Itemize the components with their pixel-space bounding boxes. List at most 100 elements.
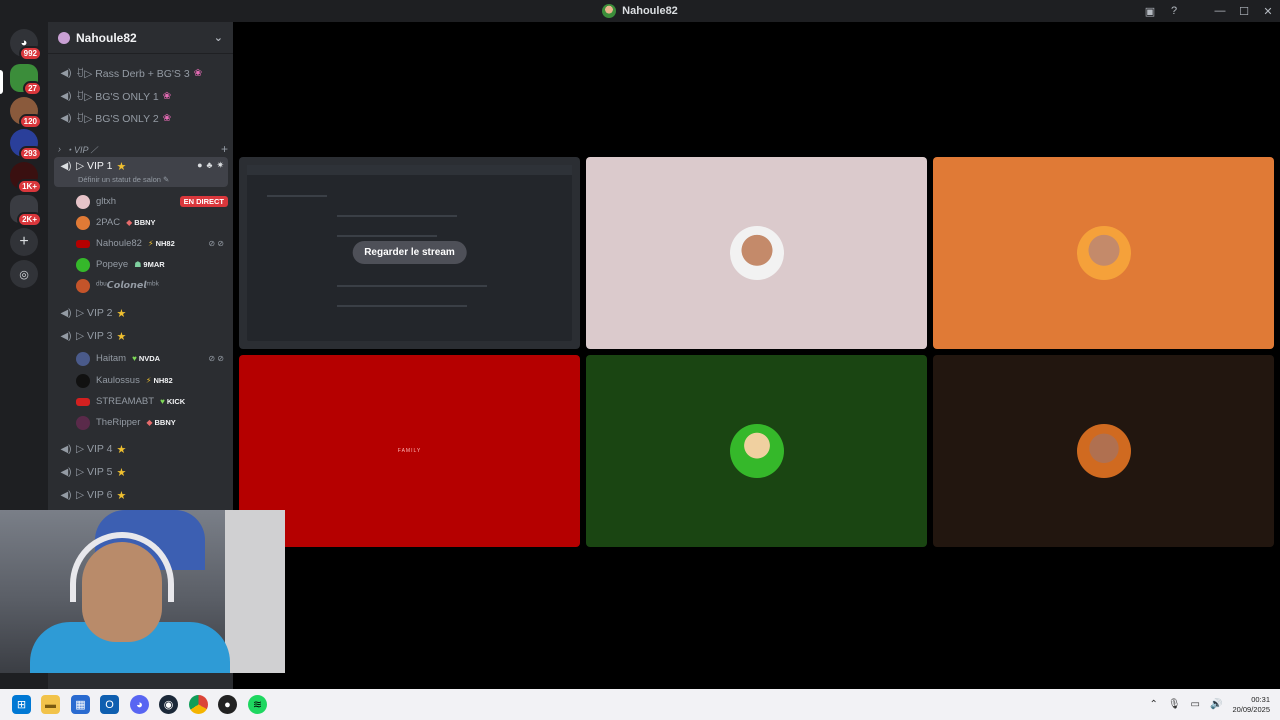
chevron-up-icon[interactable]: ⌃	[1149, 699, 1157, 710]
server-icon-1[interactable]: 27	[10, 64, 42, 96]
steam-icon[interactable]: ◉	[159, 695, 178, 714]
voice-user[interactable]: Kaulossus ⚡ NH82	[76, 371, 228, 390]
chevron-down-icon: ⌄	[213, 32, 223, 44]
channel-bgs-only-2[interactable]: ◀) ꀀ▷ BG'S ONLY 2 ❀	[54, 108, 228, 128]
speaker-icon: ◀)	[60, 330, 72, 342]
maximize-icon[interactable]: ☐	[1232, 0, 1256, 22]
speaker-icon: ◀)	[60, 443, 72, 455]
help-icon[interactable]: ?	[1162, 0, 1186, 22]
guild-header[interactable]: Nahoule82 ⌄	[48, 22, 233, 54]
channel-actions: ● ♣ ✷	[197, 160, 228, 171]
voice-user[interactable]: TheRipper ◆ BBNY	[76, 413, 228, 432]
clock[interactable]: 00:31 20/09/2025	[1232, 695, 1270, 715]
channel-rass-derb[interactable]: ◀) ꀀ▷ Rass Derb + BG'S 3 ❀	[54, 63, 228, 83]
speaker-icon: ◀)	[60, 307, 72, 319]
voice-user[interactable]: 2PAC ◆ BBNY	[76, 213, 228, 232]
user-tag: ♥ NVDA	[132, 354, 161, 363]
speaker-icon: ◀)	[60, 489, 72, 501]
close-icon[interactable]: ✕	[1256, 0, 1280, 22]
store-icon[interactable]: ▦	[71, 695, 90, 714]
speaker-icon: ◀)	[60, 160, 72, 172]
voice-user[interactable]: Nahoule82 ⚡ NH82 ⊘ ⊘	[76, 234, 228, 253]
windows-start-icon[interactable]: ⊞	[12, 695, 31, 714]
chat-icon[interactable]: ●	[197, 160, 202, 171]
title-center: Nahoule82	[602, 4, 678, 18]
inbox-icon[interactable]: ▣	[1138, 0, 1162, 22]
avatar	[1076, 424, 1131, 478]
tag-text: NH82	[153, 376, 173, 385]
muted-icon: ⊘ ⊘	[208, 239, 224, 248]
avatar	[1076, 226, 1131, 280]
participant-tile[interactable]	[933, 355, 1274, 547]
chrome-icon[interactable]	[189, 695, 208, 714]
stream-tile[interactable]: Regarder le stream	[239, 157, 580, 349]
voice-user[interactable]: Popeye ☗ 9MAR	[76, 255, 228, 274]
home-badge: 992	[18, 46, 42, 61]
participant-tile[interactable]: FAMILY	[239, 355, 580, 547]
avatar	[76, 239, 90, 248]
user-tag: ◆ BBNY	[126, 218, 156, 227]
discord-icon[interactable]: ◕	[130, 695, 149, 714]
microphone-icon[interactable]: 🎙	[1168, 699, 1181, 710]
channel-status-hint[interactable]: Définir un statut de salon ✎	[78, 175, 169, 184]
tag-text: BBNY	[154, 418, 176, 427]
category-vip[interactable]: › ・VIP ⟋ +	[58, 142, 228, 156]
minimize-icon[interactable]: —	[1208, 0, 1232, 22]
user-tag: ◆ BBNY	[146, 418, 176, 427]
discord-home-button[interactable]: ◕ 992	[10, 29, 42, 61]
window-title: Nahoule82	[622, 5, 678, 17]
star-icon: ★	[116, 330, 127, 343]
voice-user[interactable]: gltxh EN DIRECT	[76, 192, 228, 211]
channel-vip-6[interactable]: ◀) ▷ VIP 6 ★	[54, 485, 228, 505]
voice-user[interactable]: ᵈᵇᵘ𝘾𝙤𝙡𝙤𝙣𝙚𝙡ᵐᵇᵏ	[76, 276, 228, 295]
voice-user[interactable]: STREAMABT ♥ KICK	[76, 392, 228, 411]
channel-vip-4[interactable]: ◀) ▷ VIP 4 ★	[54, 439, 228, 459]
channel-vip-2[interactable]: ◀) ▷ VIP 2 ★	[54, 303, 228, 323]
user-name: 2PAC	[96, 217, 121, 228]
avatar	[76, 215, 90, 230]
server-badge: 120	[18, 114, 42, 129]
selected-pill	[0, 70, 3, 94]
network-icon[interactable]: ▭	[1191, 699, 1200, 710]
clock-date: 20/09/2025	[1232, 704, 1270, 714]
user-name: Popeye	[96, 259, 129, 270]
voice-user[interactable]: Haitam ♥ NVDA ⊘ ⊘	[76, 349, 228, 368]
channel-vip-1[interactable]: ◀) ▷ VIP 1 ★ ● ♣ ✷ Définir un statut de …	[54, 157, 228, 187]
channel-vip-5[interactable]: ◀) ▷ VIP 5 ★	[54, 462, 228, 482]
channel-bgs-only-1[interactable]: ◀) ꀀ▷ BG'S ONLY 1 ❀	[54, 86, 228, 106]
obs-icon[interactable]: ●	[218, 695, 237, 714]
spotify-icon[interactable]: ≋	[248, 695, 267, 714]
avatar	[76, 278, 90, 293]
add-channel-icon[interactable]: +	[221, 142, 228, 156]
server-folder[interactable]: 2K+	[10, 195, 42, 227]
channel-label: ▷ VIP 1	[76, 160, 113, 172]
server-icon-3[interactable]: 293	[10, 129, 42, 161]
invite-icon[interactable]: ♣	[207, 160, 213, 171]
add-server-icon[interactable]: +	[10, 228, 38, 256]
outlook-icon[interactable]: O	[100, 695, 119, 714]
file-explorer-icon[interactable]: ▬	[41, 695, 60, 714]
speaker-icon: ◀)	[60, 67, 72, 79]
server-badge: 2K+	[17, 212, 42, 227]
watch-stream-button[interactable]: Regarder le stream	[352, 241, 467, 264]
participant-tile[interactable]	[586, 355, 927, 547]
clock-time: 00:31	[1251, 694, 1270, 704]
participant-tile[interactable]	[586, 157, 927, 349]
star-icon: ★	[116, 161, 127, 173]
server-badge: 27	[23, 81, 42, 96]
flower-icon: ❀	[162, 90, 172, 102]
server-icon-4[interactable]: 1K+	[10, 162, 42, 194]
muted-icon: ⊘ ⊘	[208, 354, 224, 363]
user-tag: ⚡ NH82	[145, 376, 173, 385]
flower-icon: ❀	[162, 112, 172, 124]
taskbar: ⊞ ▬ ▦ O ◕ ◉ ● ≋ ⌃ 🎙 ▭ 🔊 00:31 20/09/2025	[0, 689, 1280, 720]
participant-tile[interactable]	[933, 157, 1274, 349]
explore-icon[interactable]: ◎	[10, 260, 38, 288]
settings-icon[interactable]: ✷	[216, 160, 224, 171]
volume-icon[interactable]: 🔊	[1210, 699, 1222, 710]
channel-vip-3[interactable]: ◀) ▷ VIP 3 ★	[54, 326, 228, 346]
thumbnail-line	[267, 195, 327, 197]
category-label: ・VIP ⟋	[65, 144, 97, 155]
title-controls: ▣ ? — ☐ ✕	[1138, 0, 1280, 22]
server-icon-2[interactable]: 120	[10, 97, 42, 129]
